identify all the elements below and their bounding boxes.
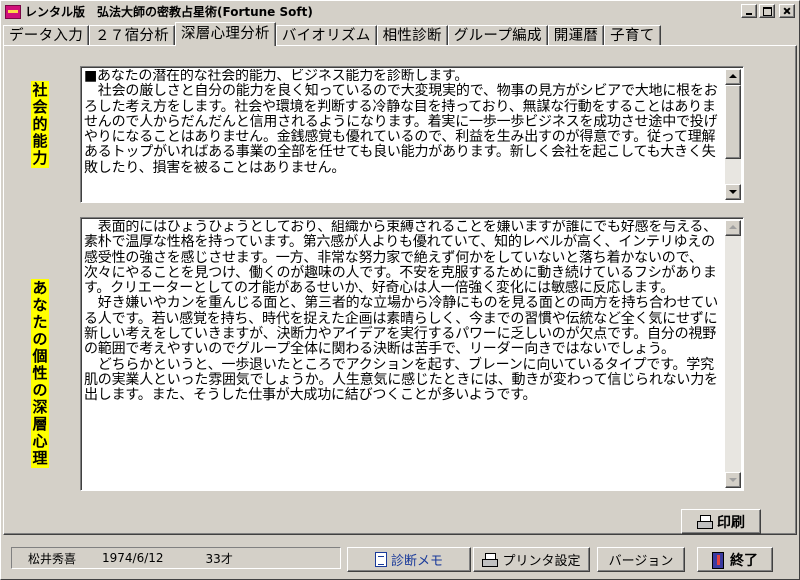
tab-child-rearing[interactable]: 子育て	[604, 25, 661, 46]
exit-button-label: 終了	[730, 552, 758, 569]
tab-deep-psychology[interactable]: 深層心理分析	[175, 22, 276, 46]
printer-icon	[697, 514, 713, 529]
printer-settings-label: プリンタ設定	[502, 554, 581, 569]
tab-bar: データ入力 ２７宿分析 深層心理分析 バイオリズム 相性診断 グループ編成 開運…	[3, 22, 661, 46]
personality-textbox[interactable]: 表面的にはひょうひょうとしており、組織から束縛されることを嫌いますが誰にでも好感…	[80, 217, 744, 491]
personality-scrollbar[interactable]	[725, 220, 741, 488]
printer-icon	[482, 552, 499, 567]
tab-fortune-calendar[interactable]: 開運暦	[547, 25, 605, 46]
social-ability-textbox[interactable]: ■あなたの潜在的な社会的能力、ビジネス能力を診断します。 社会の厳しさと自分の能…	[80, 66, 744, 203]
print-button[interactable]: 印刷	[681, 509, 761, 534]
social-ability-label: 社会的能力	[31, 81, 49, 168]
scroll-down-button[interactable]	[725, 472, 741, 488]
tab-data-input[interactable]: データ入力	[3, 25, 89, 46]
print-button-label: 印刷	[717, 514, 745, 531]
social-scrollbar[interactable]	[725, 69, 741, 200]
close-button[interactable]	[779, 4, 795, 18]
printer-settings-button[interactable]: プリンタ設定	[473, 547, 590, 572]
tab-biorhythm[interactable]: バイオリズム	[275, 25, 377, 46]
exit-door-icon	[712, 551, 726, 569]
tab-compatibility[interactable]: 相性診断	[376, 25, 448, 46]
tab-group[interactable]: グループ編成	[447, 25, 548, 46]
tab-27-shuku[interactable]: ２７宿分析	[89, 25, 175, 46]
memo-icon	[374, 552, 387, 567]
scroll-up-button[interactable]	[725, 220, 741, 236]
person-birthdate: 1974/6/12	[102, 551, 164, 565]
person-name: 松井秀喜	[28, 551, 77, 566]
window-controls	[741, 4, 795, 18]
personality-text: 表面的にはひょうひょうとしており、組織から束縛されることを嫌いますが誰にでも好感…	[84, 220, 719, 404]
personality-label: あなたの個性の深層心理	[31, 279, 49, 468]
social-ability-text: ■あなたの潜在的な社会的能力、ビジネス能力を診断します。 社会の厳しさと自分の能…	[84, 69, 718, 176]
minimize-button[interactable]	[741, 4, 757, 18]
scroll-down-button[interactable]	[725, 184, 741, 200]
scroll-thumb[interactable]	[725, 85, 741, 159]
person-status-panel: 松井秀喜 1974/6/12 33才	[11, 547, 341, 569]
window-title: レンタル版 弘法大師の密教占星術(Fortune Soft)	[25, 5, 313, 19]
maximize-button[interactable]	[759, 4, 775, 18]
main-window: レンタル版 弘法大師の密教占星術(Fortune Soft) データ入力 ２７宿…	[0, 0, 800, 580]
version-button-label: バージョン	[608, 554, 674, 569]
app-icon[interactable]	[5, 4, 21, 19]
memo-button[interactable]: 診断メモ	[347, 547, 471, 572]
memo-button-label: 診断メモ	[390, 554, 443, 569]
person-age: 33才	[205, 551, 233, 566]
scroll-up-button[interactable]	[725, 69, 741, 85]
title-bar[interactable]: レンタル版 弘法大師の密教占星術(Fortune Soft)	[2, 2, 798, 21]
exit-button[interactable]: 終了	[697, 547, 773, 572]
version-button[interactable]: バージョン	[597, 547, 685, 572]
